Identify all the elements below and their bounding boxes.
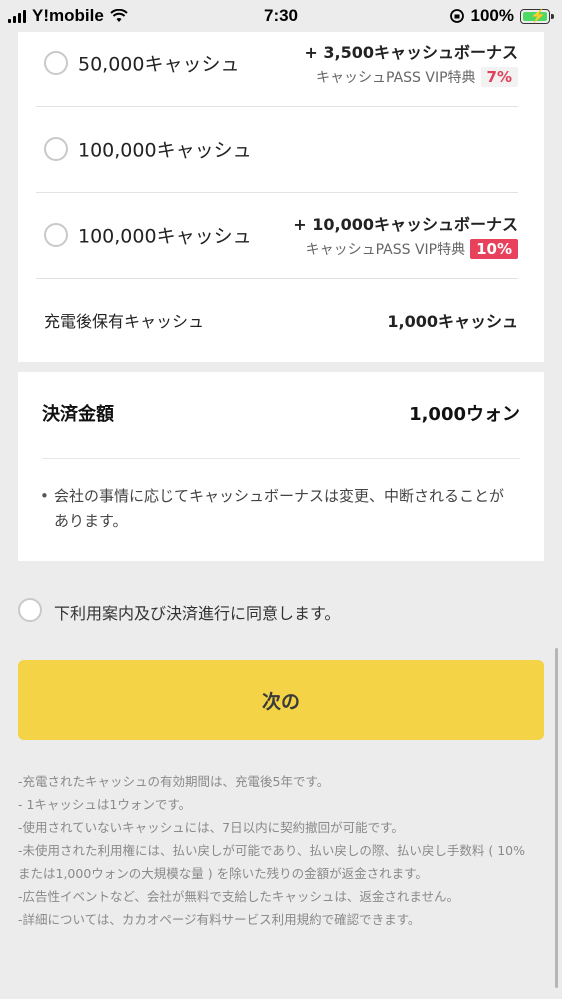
terms-item: -充電されたキャッシュの有効期間は、充電後5年です。 [18,774,330,789]
bonus-rate-badge: 7% [480,67,518,87]
next-button[interactable]: 次の [18,660,544,740]
cash-options-card: 50,000キャッシュ + 3,500キャッシュボーナス キャッシュPASS V… [18,32,544,362]
after-charge-label: 充電後保有キャッシュ [44,312,205,331]
terms-item: -使用されていないキャッシュには、7日以内に契約撤回が可能です。 [18,820,404,835]
terms-list: -充電されたキャッシュの有効期間は、充電後5年です。 - 1キャッシュは1ウォン… [18,770,544,931]
agreement-text: 下利用案内及び決済進行に同意します。 [54,604,341,623]
option-row-50000[interactable]: 50,000キャッシュ + 3,500キャッシュボーナス キャッシュPASS V… [36,20,518,107]
option-label: 100,000キャッシュ [78,225,252,248]
payment-amount-row: 決済金額 1,000ウォン [42,400,520,430]
terms-item: または1,000ウォンの大規模な量 ) を除いた残りの金額が返金されます。 [18,866,428,881]
option-row-100000-bonus[interactable]: 100,000キャッシュ + 10,000キャッシュボーナス キャッシュPASS… [36,192,518,279]
agreement-row[interactable]: 下利用案内及び決済進行に同意します。 [18,596,544,624]
option-radio[interactable] [44,51,68,75]
bonus-amount: + 10,000キャッシュボーナス [293,215,518,234]
battery-icon: ⚡ [520,8,554,24]
option-radio[interactable] [44,137,68,161]
payment-amount-label: 決済金額 [42,404,114,425]
vip-benefit: キャッシュPASS VIP特典 7% [304,67,518,87]
option-label: 50,000キャッシュ [78,53,240,76]
option-label: 100,000キャッシュ [78,139,252,162]
payment-card: 決済金額 1,000ウォン 会社の事情に応じてキャッシュボーナスは変更、中断され… [18,372,544,561]
after-charge-row: 充電後保有キャッシュ 1,000キャッシュ [44,300,518,336]
bonus-notice: 会社の事情に応じてキャッシュボーナスは変更、中断されることがあります。 [40,484,514,534]
divider [42,458,520,459]
bonus-info: + 3,500キャッシュボーナス キャッシュPASS VIP特典 7% [304,39,518,87]
vip-label: キャッシュPASS VIP特典 [305,242,466,258]
option-radio[interactable] [44,223,68,247]
terms-item: -未使用された利用権には、払い戻しが可能であり、払い戻しの際、払い戻し手数料 (… [18,843,525,858]
scrollbar[interactable] [555,648,558,988]
terms-item: - 1キャッシュは1ウォンです。 [18,797,192,812]
terms-item: -広告性イベントなど、会社が無料で支給したキャッシュは、返金されません。 [18,889,460,904]
payment-amount-value: 1,000ウォン [409,404,520,425]
terms-item: -詳細については、カカオページ有料サービス利用規約で確認できます。 [18,912,421,927]
option-row-100000[interactable]: 100,000キャッシュ [36,106,518,193]
after-charge-value: 1,000キャッシュ [387,312,518,331]
bonus-rate-badge: 10% [470,239,518,259]
agreement-checkbox[interactable] [18,598,42,622]
vip-benefit: キャッシュPASS VIP特典 10% [293,239,518,259]
vip-label: キャッシュPASS VIP特典 [316,70,476,86]
bonus-info: + 10,000キャッシュボーナス キャッシュPASS VIP特典 10% [293,211,518,259]
bonus-amount: + 3,500キャッシュボーナス [304,43,518,62]
